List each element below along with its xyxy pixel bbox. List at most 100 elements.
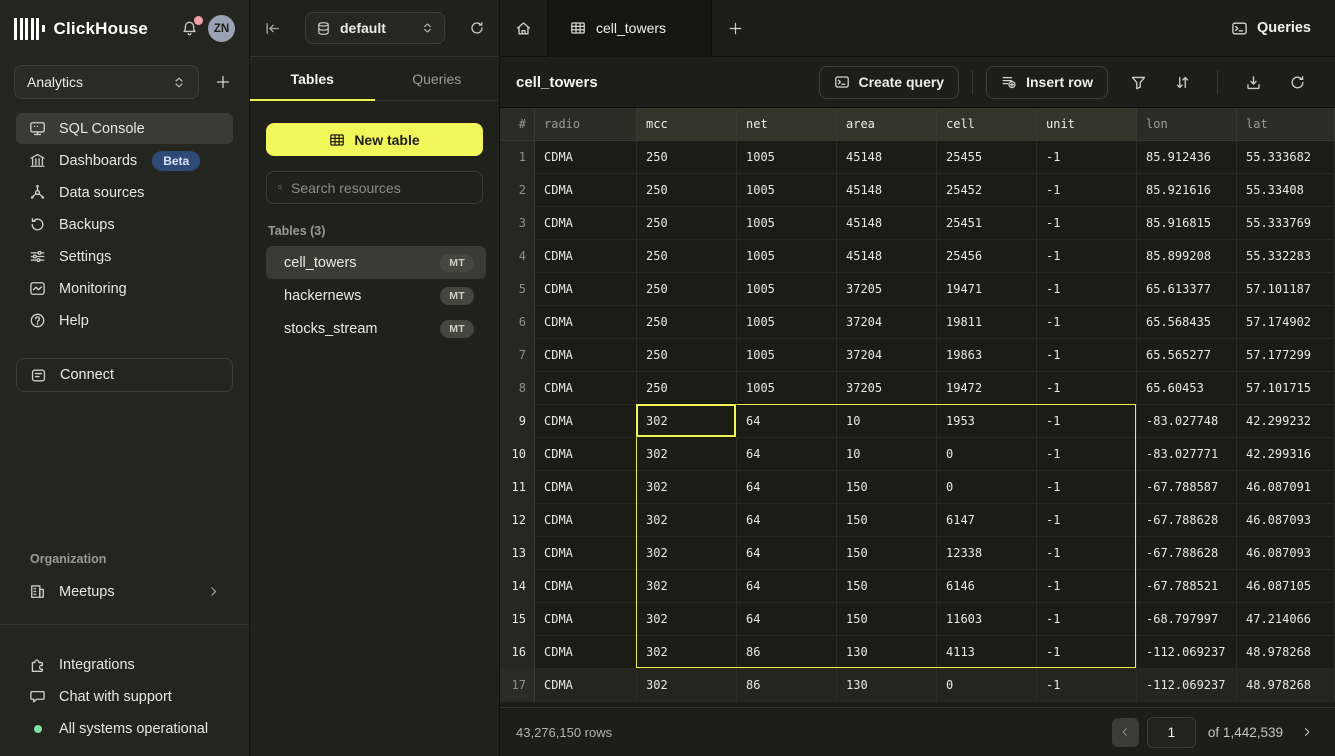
data-cell[interactable]: CDMA xyxy=(535,207,637,240)
data-cell[interactable]: 10 xyxy=(837,438,937,471)
data-cell[interactable]: 86 xyxy=(737,669,837,702)
sidebar-item-backups[interactable]: Backups xyxy=(16,209,233,240)
row-number[interactable]: 16 xyxy=(500,636,535,669)
data-cell[interactable]: 150 xyxy=(837,504,937,537)
prev-page-button[interactable] xyxy=(1112,718,1139,747)
refresh-button[interactable] xyxy=(1281,66,1313,98)
next-page-button[interactable] xyxy=(1295,718,1319,747)
data-cell[interactable]: 1005 xyxy=(737,372,837,405)
data-cell[interactable]: 1005 xyxy=(737,306,837,339)
sidebar-item-meetups[interactable]: Meetups xyxy=(16,576,233,607)
data-cell[interactable]: -112.069237 xyxy=(1137,636,1237,669)
data-cell[interactable]: 11603 xyxy=(937,603,1037,636)
data-cell[interactable]: 64 xyxy=(737,504,837,537)
data-cell[interactable]: -67.788628 xyxy=(1137,537,1237,570)
column-header-net[interactable]: net xyxy=(737,108,837,141)
row-number[interactable]: 15 xyxy=(500,603,535,636)
row-number[interactable]: 2 xyxy=(500,174,535,207)
data-cell[interactable]: CDMA xyxy=(535,339,637,372)
data-cell[interactable]: CDMA xyxy=(535,537,637,570)
data-cell[interactable]: -1 xyxy=(1037,306,1137,339)
data-cell[interactable]: 6147 xyxy=(937,504,1037,537)
data-cell[interactable]: 25456 xyxy=(937,240,1037,273)
data-cell[interactable]: 302 xyxy=(637,636,737,669)
data-cell[interactable]: 130 xyxy=(837,669,937,702)
row-number[interactable]: 17 xyxy=(500,669,535,702)
data-cell[interactable]: 85.916815 xyxy=(1137,207,1237,240)
data-cell[interactable]: -1 xyxy=(1037,174,1137,207)
data-cell[interactable]: 85.921616 xyxy=(1137,174,1237,207)
data-cell[interactable]: 37205 xyxy=(837,372,937,405)
data-cell[interactable]: 1005 xyxy=(737,207,837,240)
sidebar-item-integrations[interactable]: Integrations xyxy=(16,649,233,680)
data-cell[interactable]: 0 xyxy=(937,438,1037,471)
data-cell[interactable]: 45148 xyxy=(837,141,937,174)
data-cell[interactable]: 64 xyxy=(737,570,837,603)
table-list-item-stocks-stream[interactable]: stocks_stream MT xyxy=(266,312,486,345)
row-number[interactable]: 10 xyxy=(500,438,535,471)
data-cell[interactable]: 37204 xyxy=(837,306,937,339)
tab-queries[interactable]: Queries xyxy=(375,57,500,100)
column-header-unit[interactable]: unit xyxy=(1037,108,1137,141)
table-list-item-cell-towers[interactable]: cell_towers MT xyxy=(266,246,486,279)
data-cell[interactable]: -68.797997 xyxy=(1137,603,1237,636)
data-cell[interactable]: 57.101715 xyxy=(1237,372,1335,405)
data-cell[interactable]: -1 xyxy=(1037,471,1137,504)
data-cell[interactable]: 0 xyxy=(937,669,1037,702)
data-cell[interactable]: 250 xyxy=(637,141,737,174)
data-cell[interactable]: 65.60453 xyxy=(1137,372,1237,405)
data-cell[interactable]: CDMA xyxy=(535,636,637,669)
data-cell[interactable]: 55.33408 xyxy=(1237,174,1335,207)
row-number[interactable]: 14 xyxy=(500,570,535,603)
data-cell[interactable]: -83.027771 xyxy=(1137,438,1237,471)
data-cell[interactable]: -112.069237 xyxy=(1137,669,1237,702)
data-cell[interactable]: 37204 xyxy=(837,339,937,372)
data-cell[interactable]: 64 xyxy=(737,603,837,636)
data-cell[interactable]: CDMA xyxy=(535,669,637,702)
data-cell[interactable]: 1005 xyxy=(737,174,837,207)
data-cell[interactable]: -1 xyxy=(1037,537,1137,570)
sidebar-item-monitoring[interactable]: Monitoring xyxy=(16,273,233,304)
data-cell[interactable]: -1 xyxy=(1037,636,1137,669)
insert-row-button[interactable]: Insert row xyxy=(986,66,1108,99)
data-cell[interactable]: 302 xyxy=(637,603,737,636)
data-cell[interactable]: CDMA xyxy=(535,174,637,207)
data-cell[interactable]: 48.978268 xyxy=(1237,669,1335,702)
home-tab[interactable] xyxy=(500,0,547,57)
data-cell[interactable]: 64 xyxy=(737,438,837,471)
data-cell[interactable]: 19863 xyxy=(937,339,1037,372)
refresh-resources-button[interactable] xyxy=(469,20,485,36)
column-header-num[interactable]: # xyxy=(500,108,535,141)
notifications-button[interactable] xyxy=(181,20,198,37)
data-cell[interactable]: 55.332283 xyxy=(1237,240,1335,273)
data-cell[interactable]: -1 xyxy=(1037,603,1137,636)
data-cell[interactable]: 55.333682 xyxy=(1237,141,1335,174)
data-cell[interactable]: 85.899208 xyxy=(1137,240,1237,273)
data-cell[interactable]: 302 xyxy=(637,504,737,537)
data-cell[interactable]: CDMA xyxy=(535,471,637,504)
data-cell[interactable]: 302 xyxy=(637,669,737,702)
data-cell[interactable]: 250 xyxy=(637,273,737,306)
new-table-button[interactable]: New table xyxy=(266,123,483,156)
collapse-panel-button[interactable] xyxy=(264,20,281,37)
table-list-item-hackernews[interactable]: hackernews MT xyxy=(266,279,486,312)
column-header-area[interactable]: area xyxy=(837,108,937,141)
data-cell[interactable]: 250 xyxy=(637,174,737,207)
data-cell[interactable]: 25451 xyxy=(937,207,1037,240)
data-cell[interactable]: -67.788521 xyxy=(1137,570,1237,603)
data-cell[interactable]: 48.978268 xyxy=(1237,636,1335,669)
page-number-input[interactable] xyxy=(1147,717,1196,748)
data-cell[interactable]: CDMA xyxy=(535,306,637,339)
row-number[interactable]: 5 xyxy=(500,273,535,306)
row-number[interactable]: 1 xyxy=(500,141,535,174)
data-cell[interactable]: 46.087091 xyxy=(1237,471,1335,504)
data-cell[interactable]: 45148 xyxy=(837,207,937,240)
data-cell[interactable]: -1 xyxy=(1037,273,1137,306)
sidebar-item-dashboards[interactable]: Dashboards Beta xyxy=(16,145,233,176)
data-cell[interactable]: 130 xyxy=(837,636,937,669)
data-cell[interactable]: CDMA xyxy=(535,405,637,438)
download-button[interactable] xyxy=(1237,66,1269,98)
row-number[interactable]: 11 xyxy=(500,471,535,504)
data-cell[interactable]: -1 xyxy=(1037,438,1137,471)
search-input[interactable] xyxy=(291,180,472,196)
